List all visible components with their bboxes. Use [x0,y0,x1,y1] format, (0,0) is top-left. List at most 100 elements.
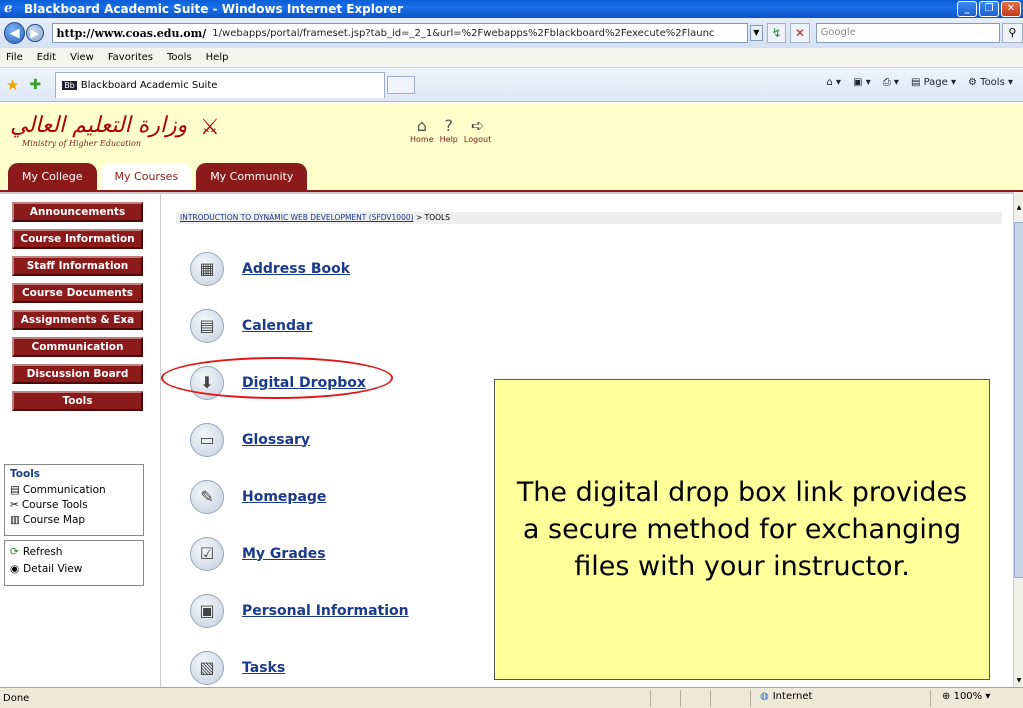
tab-my-community[interactable]: My Community [196,163,308,190]
status-text: Done [3,692,30,704]
scroll-thumb[interactable] [1014,222,1023,578]
address-bar[interactable]: http://www.coas.edu.om/ 1/webapps/portal… [51,23,748,43]
title-bar: ℯ Blackboard Academic Suite - Windows In… [0,0,1023,18]
menu-help[interactable]: Help [206,52,229,63]
tools-box: Tools ▤ Communication ✂ Course Tools ▥ C… [4,464,144,536]
homepage-icon[interactable]: ✎ [190,479,224,514]
status-divider [680,690,681,707]
forward-button[interactable]: ▶ [26,24,44,42]
tab-my-college[interactable]: My College [8,163,97,190]
tool-glossary: ▭ Glossary [190,411,409,468]
status-bar: Done ◍ Internet ⊕ 100% ▾ [0,687,1023,708]
page-header: وزارة التعليم العالي Ministry of Higher … [0,103,1023,192]
callout-text: The digital drop box link provides a sec… [516,477,968,582]
glossary-icon[interactable]: ▭ [190,422,224,457]
course-menu-communication[interactable]: Communication [12,337,143,357]
help-icon: ? [444,116,454,135]
breadcrumb-current: > TOOLS [415,213,450,222]
ministry-logo-arabic: وزارة التعليم العالي [10,113,188,138]
blackboard-favicon: Bb [62,80,77,90]
tools-menu[interactable]: ⚙ Tools ▾ [968,77,1013,88]
course-menu-announcements[interactable]: Announcements [12,202,143,222]
window-title: Blackboard Academic Suite - Windows Inte… [24,2,404,16]
course-menu-discussion-board[interactable]: Discussion Board [12,364,143,384]
content-area: Announcements Course Information Staff I… [0,192,1013,689]
top-links: ⌂ Home ? Help ➪ Logout [410,116,491,145]
minimize-button[interactable]: _ [957,1,977,17]
tool-link[interactable]: Glossary [242,432,310,448]
calendar-icon[interactable]: ▤ [190,308,224,343]
dropbox-highlight-ellipse [161,357,393,399]
print-icon[interactable]: ⎙ ▾ [883,77,899,88]
stop-icon[interactable]: ✕ [790,23,810,43]
back-button[interactable]: ◀ [4,22,26,44]
menu-favorites[interactable]: Favorites [108,52,153,63]
menu-tools[interactable]: Tools [167,52,192,63]
tools-box-course-tools[interactable]: ✂ Course Tools [10,498,138,513]
search-input[interactable]: Google [815,23,1000,43]
feeds-icon[interactable]: ▣ ▾ [853,77,871,88]
new-tab-button[interactable] [387,75,416,94]
scroll-up-icon[interactable]: ▲ [1014,202,1023,214]
maximize-button[interactable]: ❐ [979,1,999,17]
security-zone: ◍ Internet [760,691,813,702]
status-divider [750,690,751,707]
menu-bar: File Edit View Favorites Tools Help [0,48,1023,68]
callout-note: The digital drop box link provides a sec… [494,379,990,680]
address-book-icon[interactable]: ▦ [190,251,224,286]
browser-tab-row: ★ ✚ Bb Blackboard Academic Suite ⌂ ▾ ▣ ▾… [0,68,1023,102]
refresh-page-icon[interactable]: ↯ [767,23,787,43]
tool-personal-information: ▣ Personal Information [190,582,409,639]
close-button[interactable]: ✕ [1001,1,1021,17]
course-menu-staff-information[interactable]: Staff Information [12,256,143,276]
logout-icon: ➪ [470,116,485,135]
tool-link[interactable]: Homepage [242,489,326,505]
ie-icon: ℯ [4,1,13,16]
help-link[interactable]: ? Help [440,116,458,145]
breadcrumb-course-link[interactable]: INTRODUCTION TO DYNAMIC WEB DEVELOPMENT … [180,213,414,222]
home-icon: ⌂ [416,116,427,135]
zoom-icon: ⊕ [942,691,951,702]
menu-edit[interactable]: Edit [37,52,56,63]
tool-link[interactable]: Address Book [242,261,350,277]
tool-link[interactable]: Calendar [242,318,312,334]
personal-info-icon[interactable]: ▣ [190,593,224,628]
window-controls: _ ❐ ✕ [957,1,1021,17]
column-divider [160,194,161,689]
refresh-icon: ⟳ [10,546,19,558]
add-favorite-icon[interactable]: ✚ [29,77,41,93]
tool-link[interactable]: Tasks [242,660,285,676]
tasks-icon[interactable]: ▧ [190,650,224,685]
menu-file[interactable]: File [6,52,23,63]
logout-link[interactable]: ➪ Logout [464,116,491,145]
course-menu-course-documents[interactable]: Course Documents [12,283,143,303]
scroll-down-icon[interactable]: ▼ [1014,675,1023,687]
vertical-scrollbar[interactable]: ▲ ▼ [1013,192,1023,687]
course-tools-icon: ✂ [10,499,19,511]
refresh-link[interactable]: ⟳ Refresh [10,544,138,561]
status-divider [650,690,651,707]
favorites-star-icon[interactable]: ★ [6,76,19,94]
tool-link[interactable]: My Grades [242,546,326,562]
course-menu: Announcements Course Information Staff I… [4,202,146,418]
zoom-level[interactable]: ⊕ 100% ▾ [942,691,990,702]
status-divider [710,690,711,707]
home-link[interactable]: ⌂ Home [410,116,434,145]
detail-view-link[interactable]: ◉ Detail View [10,561,138,578]
menu-view[interactable]: View [70,52,94,63]
tools-box-course-map[interactable]: ▥ Course Map [10,513,138,528]
search-icon[interactable]: ⚲ [1001,23,1023,43]
page-menu[interactable]: ▤ Page ▾ [911,77,956,88]
browser-tab[interactable]: Bb Blackboard Academic Suite [55,71,386,98]
course-menu-assignments[interactable]: Assignments & Exa [12,310,143,330]
tools-box-communication[interactable]: ▤ Communication [10,483,138,498]
course-menu-tools[interactable]: Tools [12,391,143,411]
tab-my-courses[interactable]: My Courses [100,163,193,190]
address-dropdown-icon[interactable]: ▼ [749,25,764,41]
ministry-logo-english: Ministry of Higher Education [22,139,142,148]
tool-link[interactable]: Personal Information [242,603,409,619]
grades-icon[interactable]: ☑ [190,536,224,571]
home-page-icon[interactable]: ⌂ ▾ [827,77,842,88]
course-menu-course-information[interactable]: Course Information [12,229,143,249]
detail-view-icon: ◉ [10,563,20,575]
